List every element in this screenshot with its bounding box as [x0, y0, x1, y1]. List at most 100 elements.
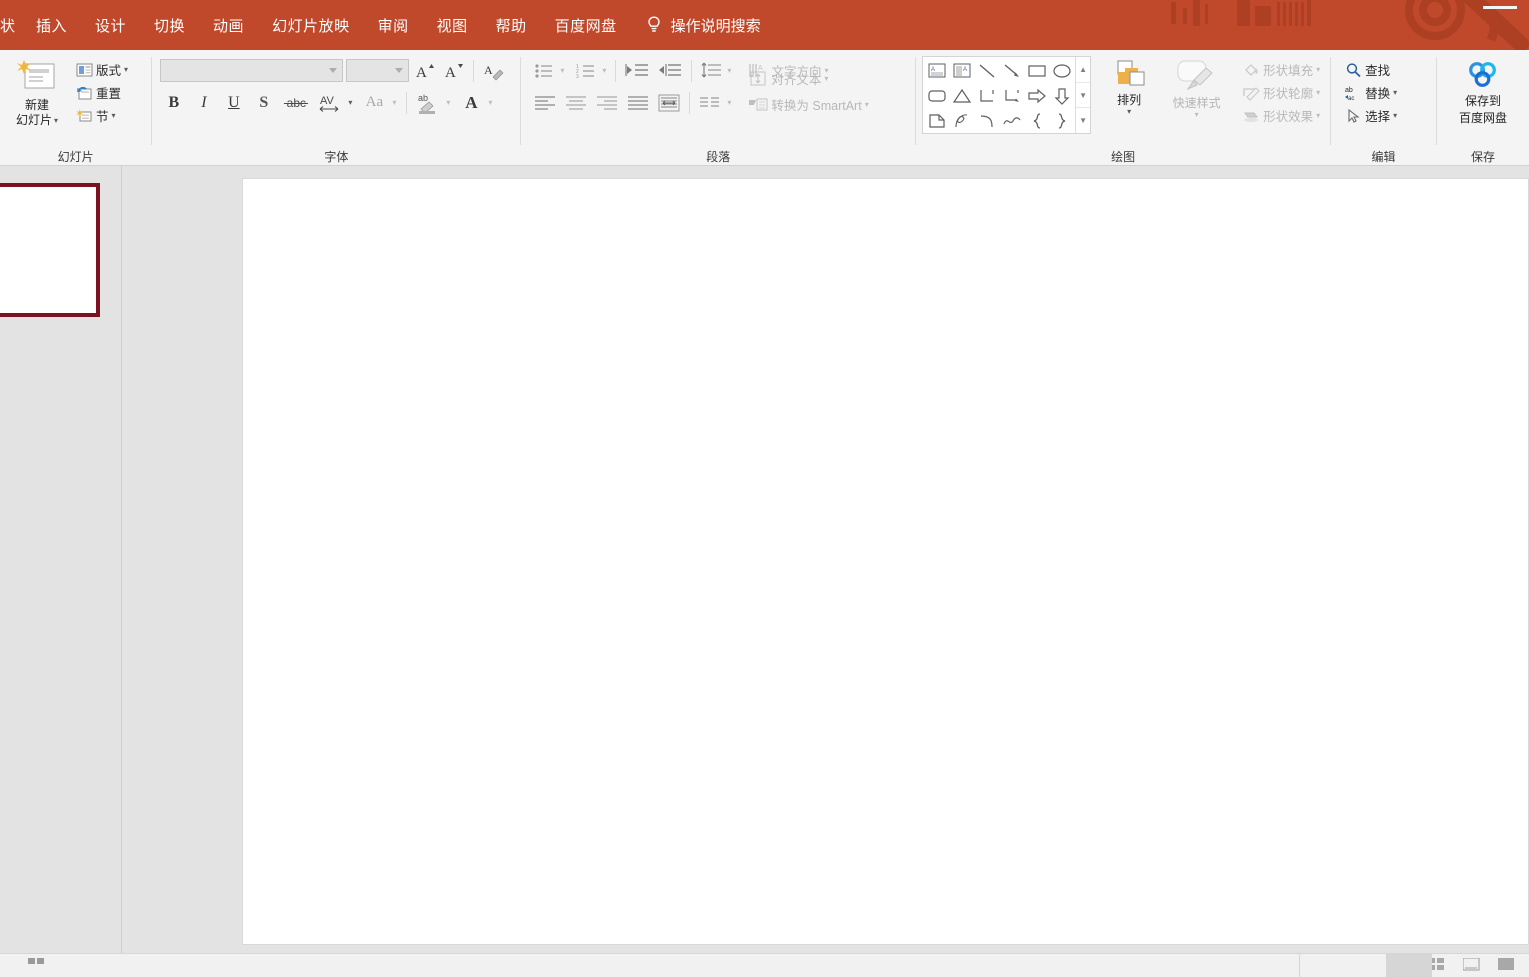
- font-color-button[interactable]: A: [457, 89, 485, 116]
- chevron-down-icon[interactable]: ▾: [392, 98, 396, 107]
- chevron-down-icon[interactable]: ▾: [1393, 88, 1397, 97]
- tab-baidu-netdisk[interactable]: 百度网盘: [541, 0, 631, 50]
- shape-pentagon-folded[interactable]: [924, 108, 949, 133]
- select-button[interactable]: 选择 ▾: [1341, 104, 1401, 127]
- tab-help[interactable]: 帮助: [482, 0, 541, 50]
- reset-button[interactable]: 重置: [72, 81, 132, 104]
- tab-home[interactable]: 状: [0, 0, 22, 50]
- quick-styles-button[interactable]: 快速样式 ▾: [1163, 56, 1230, 119]
- justify-button[interactable]: [624, 89, 652, 116]
- chevron-down-icon[interactable]: ▾: [1393, 111, 1397, 120]
- text-shadow-button[interactable]: S: [250, 89, 277, 116]
- bullets-button[interactable]: [531, 57, 557, 84]
- tab-insert[interactable]: 插入: [22, 0, 81, 50]
- slideshow-view-icon[interactable]: [1498, 958, 1515, 976]
- shape-fill-button[interactable]: 形状填充 ▾: [1238, 58, 1324, 81]
- align-center-button[interactable]: [562, 89, 590, 116]
- chevron-down-icon[interactable]: ▾: [865, 100, 869, 109]
- chevron-down-icon[interactable]: ▾: [824, 74, 828, 83]
- tab-slideshow[interactable]: 幻灯片放映: [258, 0, 364, 50]
- slide-canvas[interactable]: [242, 178, 1529, 945]
- chevron-down-icon[interactable]: ▾: [446, 98, 450, 107]
- numbering-button[interactable]: 123: [573, 57, 599, 84]
- arrange-button[interactable]: 排列 ▾: [1101, 56, 1157, 116]
- find-button[interactable]: 查找: [1341, 58, 1401, 81]
- text-highlight-color-button[interactable]: ab: [413, 89, 443, 116]
- slide-thumbnail-pane[interactable]: [0, 166, 122, 953]
- scroll-up-icon[interactable]: ▲: [1076, 57, 1091, 83]
- shape-oval[interactable]: [1049, 58, 1074, 83]
- tab-view[interactable]: 视图: [423, 0, 482, 50]
- shapes-gallery-scrollbar[interactable]: ▲ ▼ ▼: [1075, 57, 1091, 133]
- section-button[interactable]: 节 ▾: [72, 104, 132, 127]
- reading-view-icon[interactable]: [1462, 957, 1480, 976]
- chevron-down-icon[interactable]: ▾: [560, 66, 564, 75]
- shape-right-brace[interactable]: [1049, 108, 1074, 133]
- decrease-indent-button[interactable]: [622, 57, 652, 84]
- clear-formatting-button[interactable]: A: [480, 57, 508, 84]
- shape-down-arrow[interactable]: [1049, 83, 1074, 108]
- chevron-down-icon[interactable]: ▾: [112, 111, 116, 120]
- shape-elbow-arrow-connector[interactable]: [999, 83, 1024, 108]
- align-text-button[interactable]: 对齐文本 ▾: [744, 67, 872, 90]
- chevron-down-icon[interactable]: [395, 68, 404, 73]
- slide-thumbnail-1[interactable]: [0, 183, 100, 317]
- layout-button[interactable]: 版式 ▾: [72, 58, 132, 81]
- decrease-font-size-button[interactable]: A: [441, 57, 467, 84]
- ribbon-tab-strip[interactable]: 状 插入 设计 切换 动画 幻灯片放映 审阅 视图 帮助 百度网盘 操作说明搜索: [0, 0, 761, 50]
- status-bar-left-icons[interactable]: [28, 958, 45, 971]
- increase-font-size-button[interactable]: A: [412, 57, 438, 84]
- chevron-down-icon[interactable]: ▾: [727, 66, 731, 75]
- strikethrough-button[interactable]: abc: [280, 89, 312, 116]
- shape-rectangle[interactable]: [1024, 58, 1049, 83]
- scroll-down-icon[interactable]: ▼: [1076, 83, 1091, 109]
- distribute-button[interactable]: [655, 89, 683, 116]
- chevron-down-icon[interactable]: [329, 68, 338, 73]
- tab-transitions[interactable]: 切换: [140, 0, 199, 50]
- tab-review[interactable]: 审阅: [364, 0, 423, 50]
- align-right-button[interactable]: [593, 89, 621, 116]
- font-size-combobox[interactable]: [346, 59, 410, 82]
- shape-freeform[interactable]: [999, 108, 1024, 133]
- chevron-down-icon[interactable]: ▾: [1127, 108, 1131, 116]
- shape-scribble[interactable]: [949, 108, 974, 133]
- replace-button[interactable]: ab ac 替换 ▾: [1341, 81, 1401, 104]
- shape-curve[interactable]: [974, 108, 999, 133]
- chevron-down-icon[interactable]: ▾: [602, 66, 606, 75]
- shape-text-box[interactable]: A: [924, 58, 949, 83]
- line-spacing-button[interactable]: [698, 57, 724, 84]
- shape-right-arrow[interactable]: [1024, 83, 1049, 108]
- shape-line[interactable]: [974, 58, 999, 83]
- italic-button[interactable]: I: [190, 89, 217, 116]
- underline-button[interactable]: U: [220, 89, 247, 116]
- character-spacing-button[interactable]: AV: [315, 89, 345, 116]
- convert-to-smartart-button[interactable]: 转换为 SmartArt ▾: [744, 93, 872, 116]
- new-slide-button[interactable]: 新建 幻灯片 ▾: [6, 56, 68, 128]
- tab-animations[interactable]: 动画: [199, 0, 258, 50]
- change-case-button[interactable]: Aa: [359, 89, 389, 116]
- chevron-down-icon[interactable]: ▾: [727, 98, 731, 107]
- shapes-gallery[interactable]: A A ▲ ▼ ▼: [922, 56, 1092, 134]
- chevron-down-icon[interactable]: ▾: [488, 98, 492, 107]
- gallery-more-icon[interactable]: ▼: [1076, 108, 1090, 133]
- active-view-highlight[interactable]: [1386, 953, 1432, 977]
- shape-left-brace[interactable]: [1024, 108, 1049, 133]
- minimize-button[interactable]: [1483, 6, 1517, 9]
- chevron-down-icon[interactable]: ▾: [1316, 65, 1320, 74]
- chevron-down-icon[interactable]: ▾: [348, 98, 352, 107]
- shape-effects-button[interactable]: 形状效果 ▾: [1238, 104, 1324, 127]
- columns-button[interactable]: [696, 89, 724, 116]
- increase-indent-button[interactable]: [655, 57, 685, 84]
- chevron-down-icon[interactable]: ▾: [1316, 111, 1320, 120]
- tell-me-search[interactable]: 操作说明搜索: [631, 15, 761, 36]
- align-left-button[interactable]: [531, 89, 559, 116]
- font-name-combobox[interactable]: [160, 59, 344, 82]
- bold-button[interactable]: B: [160, 89, 187, 116]
- shape-arrow[interactable]: [999, 58, 1024, 83]
- chevron-down-icon[interactable]: ▾: [1316, 88, 1320, 97]
- shape-outline-button[interactable]: 形状轮廓 ▾: [1238, 81, 1324, 104]
- shape-elbow-connector[interactable]: [974, 83, 999, 108]
- chevron-down-icon[interactable]: ▾: [124, 65, 128, 74]
- save-to-baidu-netdisk-button[interactable]: 保存到 百度网盘: [1443, 56, 1523, 126]
- chevron-down-icon[interactable]: ▾: [1195, 111, 1199, 119]
